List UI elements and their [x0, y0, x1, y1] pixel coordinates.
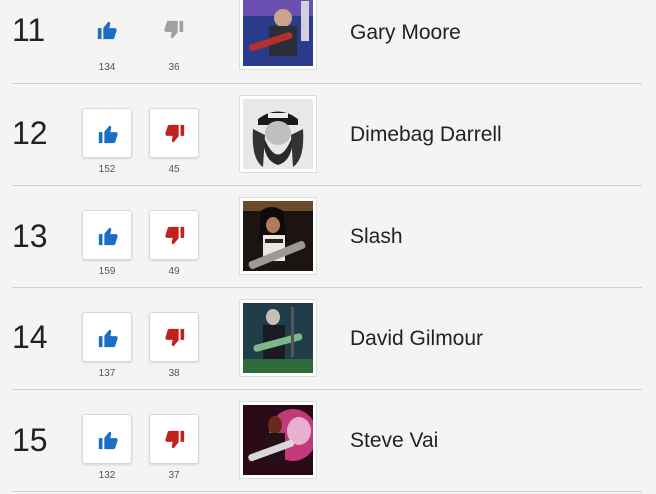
artist-photo: [239, 0, 317, 70]
downvote-count: 49: [168, 266, 180, 277]
downvote-count: 38: [168, 368, 180, 379]
upvote-button[interactable]: [82, 5, 132, 55]
list-item: 14 137 38 David Gilmour: [12, 288, 642, 390]
upvote-count: 159: [98, 266, 116, 277]
thumbs-up-icon: [98, 125, 118, 144]
downvote-button[interactable]: [149, 108, 199, 158]
thumbs-down-icon: [165, 226, 185, 245]
upvote-button[interactable]: [82, 108, 132, 158]
artist-name[interactable]: David Gilmour: [350, 327, 483, 351]
artist-name[interactable]: Slash: [350, 225, 403, 249]
upvote-count: 134: [98, 62, 116, 73]
upvote-button[interactable]: [82, 312, 132, 362]
downvote-button[interactable]: [149, 210, 199, 260]
list-item: 15 132 37 Steve Vai: [12, 390, 642, 492]
artist-photo: [239, 299, 317, 377]
artist-photo: [239, 95, 317, 173]
downvote-button[interactable]: [149, 5, 199, 55]
upvote-count: 152: [98, 164, 116, 175]
rank-number: 12: [12, 115, 48, 151]
downvote-count: 45: [168, 164, 180, 175]
downvote-button[interactable]: [149, 414, 199, 464]
thumbs-up-icon: [97, 21, 117, 40]
artist-name[interactable]: Gary Moore: [350, 21, 461, 45]
thumbs-down-icon: [165, 328, 185, 347]
thumbs-up-icon: [98, 227, 118, 246]
thumbs-down-icon: [165, 430, 185, 449]
list-item: 11 134 36 Gary Moore: [12, 0, 642, 84]
artist-photo: [239, 197, 317, 275]
upvote-count: 137: [98, 368, 116, 379]
upvote-count: 132: [98, 470, 116, 481]
thumbs-down-icon: [165, 124, 185, 143]
artist-name[interactable]: Dimebag Darrell: [350, 123, 502, 147]
thumbs-up-icon: [98, 329, 118, 348]
thumbs-down-icon: [164, 20, 184, 39]
ranking-list: 11 134 36 Gary Moore 12 152 45 Dimebag D…: [0, 0, 656, 492]
artist-photo: [239, 401, 317, 479]
list-item: 12 152 45 Dimebag Darrell: [12, 84, 642, 186]
upvote-button[interactable]: [82, 414, 132, 464]
rank-number: 15: [12, 422, 48, 458]
downvote-button[interactable]: [149, 312, 199, 362]
thumbs-up-icon: [98, 431, 118, 450]
upvote-button[interactable]: [82, 210, 132, 260]
downvote-count: 37: [168, 470, 180, 481]
rank-number: 11: [12, 12, 46, 48]
artist-name[interactable]: Steve Vai: [350, 429, 438, 453]
rank-number: 14: [12, 319, 48, 355]
downvote-count: 36: [168, 62, 180, 73]
rank-number: 13: [12, 218, 48, 254]
list-item: 13 159 49 Slash: [12, 186, 642, 288]
